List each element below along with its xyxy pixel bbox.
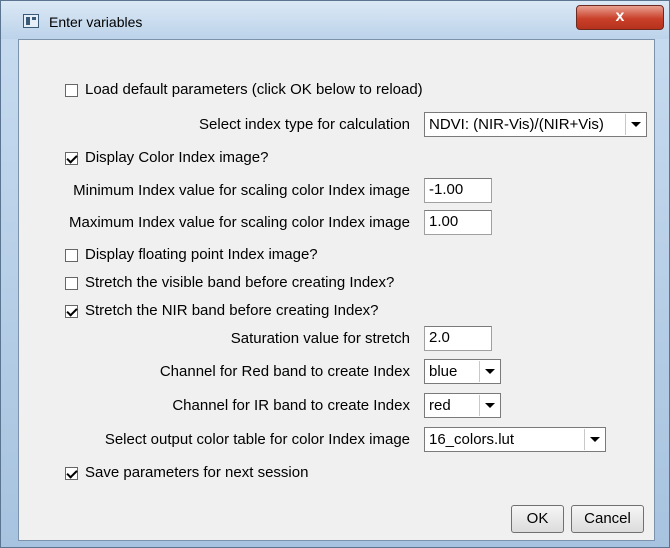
chevron-down-icon[interactable] [479, 395, 499, 416]
load-default-row[interactable]: Load default parameters (click OK below … [19, 78, 656, 104]
load-default-checkbox[interactable] [65, 84, 78, 97]
color-table-row: Select output color table for color Inde… [19, 427, 656, 453]
display-float-checkbox[interactable] [65, 249, 78, 262]
saturation-label: Saturation value for stretch [230, 330, 410, 347]
stretch-visible-label: Stretch the visible band before creating… [85, 274, 395, 291]
stretch-visible-checkbox[interactable] [65, 277, 78, 290]
dialog-window: Enter variables x Load default parameter… [0, 0, 670, 548]
display-float-label: Display floating point Index image? [85, 246, 318, 263]
index-type-value: NDVI: (NIR-Vis)/(NIR+Vis) [429, 116, 604, 133]
min-index-row: Minimum Index value for scaling color In… [19, 178, 656, 204]
color-table-label: Select output color table for color Inde… [104, 431, 410, 448]
display-float-row[interactable]: Display floating point Index image? [19, 243, 656, 269]
app-icon [23, 14, 39, 28]
button-row: OK Cancel [19, 505, 656, 533]
window-title: Enter variables [49, 14, 143, 30]
index-type-select[interactable]: NDVI: (NIR-Vis)/(NIR+Vis) [424, 112, 647, 137]
saturation-field[interactable]: 2.0 [424, 326, 492, 351]
chevron-down-icon[interactable] [625, 114, 645, 135]
red-channel-row: Channel for Red band to create Index blu… [19, 359, 656, 385]
title-bar[interactable]: Enter variables x [1, 1, 669, 39]
stretch-nir-row[interactable]: Stretch the NIR band before creating Ind… [19, 299, 656, 325]
red-channel-label: Channel for Red band to create Index [159, 363, 410, 380]
stretch-nir-checkbox[interactable] [65, 305, 78, 318]
stretch-visible-row[interactable]: Stretch the visible band before creating… [19, 271, 656, 297]
ir-channel-value: red [429, 397, 451, 414]
display-color-row[interactable]: Display Color Index image? [19, 146, 656, 172]
stretch-nir-label: Stretch the NIR band before creating Ind… [85, 302, 379, 319]
min-index-label: Minimum Index value for scaling color In… [73, 182, 410, 199]
chevron-down-icon[interactable] [479, 361, 499, 382]
save-params-checkbox[interactable] [65, 467, 78, 480]
saturation-row: Saturation value for stretch 2.0 [19, 326, 656, 352]
chevron-down-icon[interactable] [584, 429, 604, 450]
red-channel-value: blue [429, 363, 458, 380]
ir-channel-select[interactable]: red [424, 393, 501, 418]
load-default-label: Load default parameters (click OK below … [85, 81, 423, 98]
ir-channel-label: Channel for IR band to create Index [172, 397, 410, 414]
max-index-field[interactable]: 1.00 [424, 210, 492, 235]
max-index-label: Maximum Index value for scaling color In… [69, 214, 410, 231]
dialog-body: Load default parameters (click OK below … [18, 39, 655, 541]
index-type-label: Select index type for calculation [199, 116, 410, 133]
max-index-row: Maximum Index value for scaling color In… [19, 210, 656, 236]
color-table-value: 16_colors.lut [429, 431, 515, 448]
ir-channel-row: Channel for IR band to create Index red [19, 393, 656, 419]
cancel-button[interactable]: Cancel [571, 505, 644, 533]
index-type-row: Select index type for calculation NDVI: … [19, 112, 656, 138]
color-table-select[interactable]: 16_colors.lut [424, 427, 606, 452]
close-button[interactable]: x [576, 5, 664, 30]
red-channel-select[interactable]: blue [424, 359, 501, 384]
display-color-checkbox[interactable] [65, 152, 78, 165]
ok-button[interactable]: OK [511, 505, 564, 533]
save-params-row[interactable]: Save parameters for next session [19, 461, 656, 487]
save-params-label: Save parameters for next session [85, 464, 309, 481]
min-index-field[interactable]: -1.00 [424, 178, 492, 203]
display-color-label: Display Color Index image? [85, 149, 269, 166]
